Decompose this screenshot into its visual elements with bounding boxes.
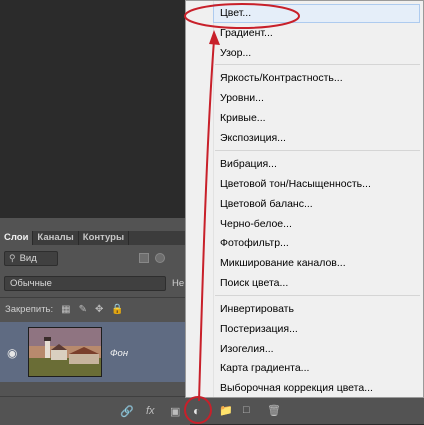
filter-icons <box>139 253 165 263</box>
layer-filter-select[interactable]: ⚲ Вид <box>4 251 58 266</box>
lock-all-icon[interactable]: 🔒 <box>111 304 123 315</box>
menu-item-photo-filter[interactable]: Фотофильтр... <box>220 237 289 249</box>
lighthouse-thumbnail-image <box>29 328 101 376</box>
menu-icon-strip <box>186 1 214 397</box>
menu-item-selective-color[interactable]: Выборочная коррекция цвета... <box>220 382 373 394</box>
divider <box>0 297 190 298</box>
menu-item-curves[interactable]: Кривые... <box>220 112 266 124</box>
menu-item-hue-saturation[interactable]: Цветовой тон/Насыщенность... <box>220 178 371 190</box>
lock-brush-icon[interactable]: ✎ <box>79 304 87 315</box>
menu-item-posterize[interactable]: Постеризация... <box>220 323 298 335</box>
menu-separator <box>215 150 420 151</box>
menu-item-color-lookup[interactable]: Поиск цвета... <box>220 277 288 289</box>
lock-pixels-icon[interactable]: ▦ <box>61 304 70 315</box>
trash-icon[interactable]: 🗑 <box>267 404 281 417</box>
fx-icon[interactable]: fx <box>146 405 155 417</box>
layer-thumbnail <box>28 327 102 377</box>
lock-label: Закрепить: <box>5 304 54 315</box>
adjustment-menu: Цвет... Градиент... Узор... Яркость/Конт… <box>185 0 424 398</box>
menu-separator <box>215 64 420 65</box>
adjustment-filter-icon[interactable] <box>155 253 165 263</box>
opacity-label: Не <box>172 278 185 289</box>
tab-paths[interactable]: Контуры <box>79 231 130 245</box>
layers-bottom-bar: 🔗 fx ▣ <box>0 396 190 425</box>
mask-icon[interactable]: ▣ <box>170 405 180 418</box>
folder-icon[interactable]: 📁 <box>219 404 233 417</box>
blend-mode-select[interactable]: Обычные <box>4 276 166 291</box>
panel-tabs: Слои Каналы Контуры <box>0 231 190 245</box>
layers-panel: Слои Каналы Контуры ⚲ Вид Обычные Не Зак… <box>0 218 190 425</box>
menu-item-solid-color[interactable]: Цвет... <box>220 7 251 19</box>
menu-item-invert[interactable]: Инвертировать <box>220 303 294 315</box>
link-icon[interactable]: 🔗 <box>120 405 134 418</box>
new-layer-icon[interactable]: □ <box>243 404 250 416</box>
search-icon: ⚲ <box>9 253 16 263</box>
lock-row: Закрепить: ▦ ✎ ✥ 🔒 <box>5 304 124 315</box>
eye-icon[interactable]: ◉ <box>7 346 17 360</box>
layer-name: Фон <box>110 348 129 359</box>
menu-item-pattern[interactable]: Узор... <box>220 47 251 59</box>
menu-item-exposure[interactable]: Экспозиция... <box>220 132 286 144</box>
lock-move-icon[interactable]: ✥ <box>95 304 103 315</box>
pixel-filter-icon[interactable] <box>139 253 149 263</box>
tab-layers[interactable]: Слои <box>0 231 34 245</box>
menu-separator <box>215 295 420 296</box>
filter-label: Вид <box>19 253 37 264</box>
tab-channels[interactable]: Каналы <box>33 231 79 245</box>
menu-item-levels[interactable]: Уровни... <box>220 92 264 104</box>
app-bottom-bar-right: ◐ 📁 □ 🗑 <box>185 398 424 424</box>
layer-row[interactable]: ◉ Фон <box>0 322 190 382</box>
menu-item-color-balance[interactable]: Цветовой баланс... <box>220 198 313 210</box>
menu-item-threshold[interactable]: Изогелия... <box>220 343 274 355</box>
menu-item-channel-mixer[interactable]: Микширование каналов... <box>220 257 346 269</box>
menu-item-gradient[interactable]: Градиент... <box>220 27 273 39</box>
menu-item-black-white[interactable]: Черно-белое... <box>220 218 292 230</box>
adjustment-layer-icon[interactable]: ◐ <box>193 404 200 418</box>
menu-item-brightness-contrast[interactable]: Яркость/Контрастность... <box>220 72 343 84</box>
menu-item-gradient-map[interactable]: Карта градиента... <box>220 362 309 374</box>
menu-item-vibrance[interactable]: Вибрация... <box>220 158 277 170</box>
